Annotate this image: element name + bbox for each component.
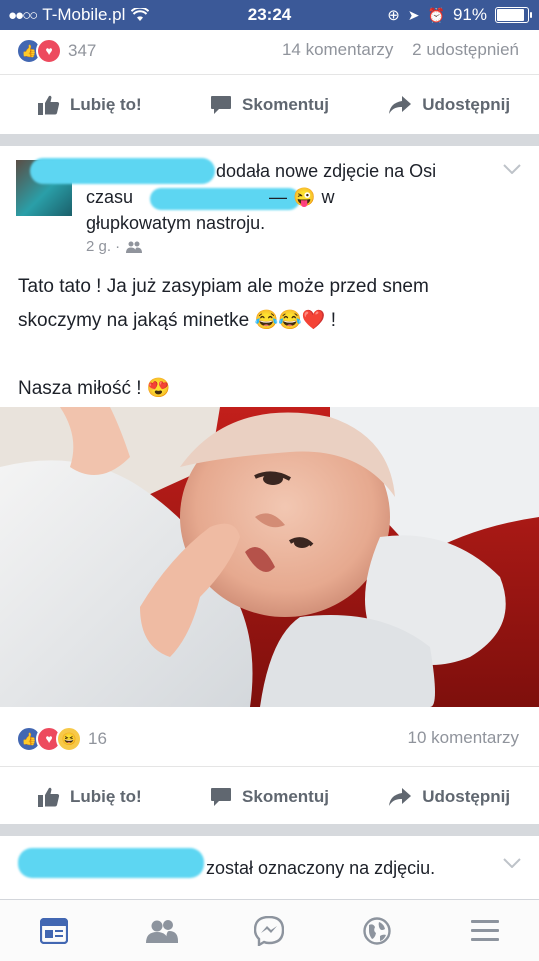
tab-menu[interactable] [431, 919, 539, 942]
comment-label: Skomentuj [242, 95, 329, 114]
header-action: dodała nowe zdjęcie na Osi [216, 161, 437, 181]
tab-friends[interactable] [108, 919, 216, 943]
battery-icon [495, 7, 532, 23]
love-reaction-icon: ♥ [36, 38, 62, 64]
post-meta: 2 g. · [86, 238, 143, 255]
comment-label: Skomentuj [242, 787, 329, 806]
thumbs-up-icon [37, 95, 60, 115]
friends-icon [145, 919, 178, 943]
comment-button[interactable]: Skomentuj [180, 787, 360, 807]
comments-count[interactable]: 14 komentarzy [282, 40, 394, 59]
rotation-lock-icon: ⊕ [387, 7, 400, 24]
reaction-summary[interactable]: 👍 ♥ 😆 16 10 komentarzy [0, 718, 539, 758]
battery-percent: 91% [452, 5, 487, 24]
friends-audience-icon [126, 241, 143, 253]
comments-count[interactable]: 10 komentarzy [408, 728, 520, 747]
post-text-end: ! [325, 310, 337, 331]
location-icon: ➤ [407, 6, 420, 23]
winking-face-icon: 😜 [293, 187, 316, 207]
like-label: Lubię to! [69, 787, 142, 806]
action-bar: Lubię to! Skomentuj Udostępnij [0, 74, 539, 135]
bottom-tab-bar [0, 899, 539, 961]
post-card-previous: 👍 ♥ 347 14 komentarzy 2 udostępnień Lubi… [0, 30, 539, 134]
share-button[interactable]: Udostępnij [359, 95, 539, 115]
feed-separator [0, 824, 539, 836]
comment-button[interactable]: Skomentuj [180, 95, 360, 115]
post-body: Tato tato ! Ja już zasypiam ale może prz… [18, 270, 518, 406]
post-text-line: skoczymy na jakąś minetke [18, 310, 250, 331]
reaction-count: 16 [88, 729, 107, 748]
redacted-name [18, 848, 204, 878]
tab-notifications[interactable] [323, 916, 431, 945]
header-feeling-text: głupkowatym nastroju. [86, 213, 266, 233]
thumbs-up-icon [37, 787, 60, 807]
like-label: Lubię to! [69, 95, 142, 114]
shares-count[interactable]: 2 udostępnień [412, 40, 519, 59]
share-icon [389, 96, 412, 114]
share-button[interactable]: Udostępnij [359, 787, 539, 807]
comment-icon [211, 788, 232, 806]
alarm-icon: ⏰ [427, 6, 445, 23]
tab-news-feed[interactable] [0, 917, 108, 944]
reaction-summary[interactable]: 👍 ♥ 347 14 komentarzy 2 udostępnień [0, 30, 539, 70]
post-header: dodała nowe zdjęcie na Osi czasu — 😜 w g… [86, 158, 486, 236]
status-bar: ●●○○ T-Mobile.pl 23:24 ⊕ ➤ ⏰ 91% [0, 0, 539, 30]
chevron-down-icon[interactable] [503, 164, 521, 174]
like-button[interactable]: Lubię to! [0, 787, 180, 807]
laughing-heart-emoji-icon: 😂😂❤️ [254, 310, 326, 331]
post-time[interactable]: 2 g. · [86, 238, 120, 255]
share-label: Udostępnij [422, 95, 511, 114]
post-photo[interactable] [0, 407, 539, 707]
post-text-line: Nasza miłość ! [18, 378, 142, 399]
haha-reaction-icon: 😆 [56, 726, 82, 752]
chevron-down-icon[interactable] [503, 858, 521, 868]
header-feeling: w [321, 187, 335, 207]
comment-icon [211, 96, 232, 114]
share-icon [389, 788, 412, 806]
action-bar: Lubię to! Skomentuj Udostępnij [0, 766, 539, 827]
like-button[interactable]: Lubię to! [0, 95, 180, 115]
tag-story-text: został oznaczony na zdjęciu. [206, 858, 436, 878]
menu-icon [471, 919, 500, 941]
reaction-count: 347 [68, 41, 97, 60]
heart-eyes-emoji-icon: 😍 [146, 378, 171, 399]
tab-messenger[interactable] [216, 915, 324, 946]
news-feed-icon [39, 917, 68, 944]
feed-separator [0, 134, 539, 146]
globe-notifications-icon [363, 916, 391, 945]
header-timeline[interactable]: czasu [86, 184, 133, 210]
baby-photo [0, 407, 539, 707]
battery-fill [497, 9, 525, 21]
tag-story-card[interactable]: został oznaczony na zdjęciu. [0, 836, 539, 899]
header-dash: — [269, 187, 288, 207]
post-text-line: Tato tato ! Ja już zasypiam ale może prz… [18, 276, 429, 297]
share-label: Udostępnij [422, 787, 511, 806]
messenger-icon [254, 915, 285, 946]
